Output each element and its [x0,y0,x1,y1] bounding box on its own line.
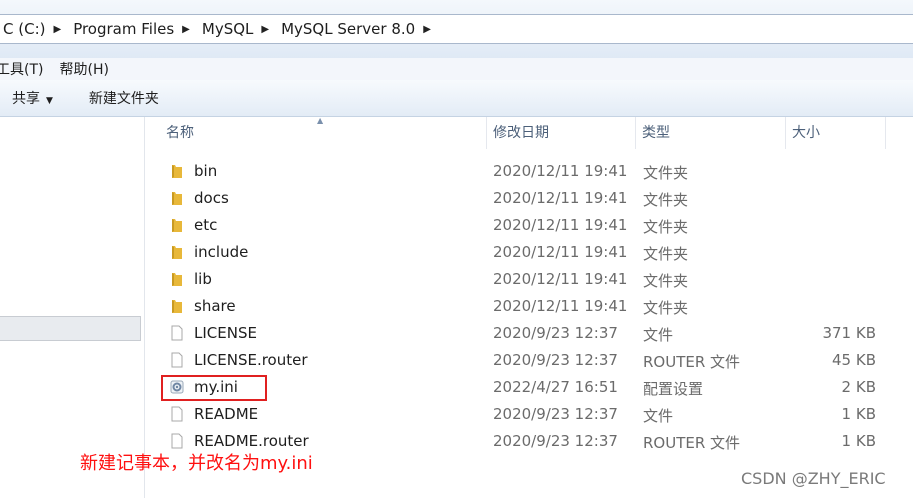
column-header-size[interactable]: 大小 [786,117,886,149]
list-item[interactable]: share 2020/12/11 19:41 文件夹 [160,293,900,320]
breadcrumb-drive[interactable]: C (C:) [0,20,49,38]
breadcrumb-separator-icon[interactable]: ▶ [178,24,196,35]
annotation-text: 新建记事本，并改名为my.ini [80,453,313,474]
file-size: 1 KB [841,432,876,450]
file-type: 文件 [643,407,674,425]
file-icon [171,352,183,368]
folder-icon [172,246,182,259]
file-date: 2020/12/11 19:41 [493,216,628,234]
file-type: ROUTER 文件 [643,434,741,452]
folder-icon [172,192,182,205]
file-date: 2020/12/11 19:41 [493,270,628,288]
file-date: 2020/9/23 12:37 [493,405,618,423]
file-size: 2 KB [841,378,876,396]
list-item[interactable]: LICENSE.router 2020/9/23 12:37 ROUTER 文件… [160,347,900,374]
file-date: 2020/9/23 12:37 [493,324,618,342]
file-type: 配置设置 [643,380,704,398]
file-type: 文件夹 [643,218,689,236]
breadcrumb-mysql[interactable]: MySQL [196,20,258,38]
folder-icon [172,300,182,313]
folder-icon [172,273,182,286]
column-header-name[interactable]: 名称 [160,117,487,149]
sort-ascending-icon: ▲ [317,116,324,125]
file-name[interactable]: bin [194,162,217,180]
nav-selected-item[interactable] [0,316,141,341]
list-item[interactable]: my.ini 2022/4/27 16:51 配置设置 2 KB [160,374,900,401]
highlight-box [161,375,267,401]
file-name[interactable]: README [194,405,258,423]
file-type: ROUTER 文件 [643,353,741,371]
folder-icon [172,165,182,178]
file-name[interactable]: include [194,243,248,261]
file-date: 2020/12/11 19:41 [493,297,628,315]
chevron-down-icon: ▼ [46,96,53,106]
file-name[interactable]: docs [194,189,229,207]
file-name[interactable]: share [194,297,236,315]
address-bar-area: C (C:) ▶ Program Files ▶ MySQL ▶ MySQL S… [0,0,913,58]
file-date: 2020/9/23 12:37 [493,351,618,369]
list-item[interactable]: include 2020/12/11 19:41 文件夹 [160,239,900,266]
new-folder-button[interactable]: 新建文件夹 [89,88,159,108]
share-label: 共享 [12,91,40,107]
breadcrumb-separator-icon[interactable]: ▶ [419,24,437,35]
list-item[interactable]: README 2020/9/23 12:37 文件 1 KB [160,401,900,428]
share-button[interactable]: 共享 ▼ [12,88,53,108]
file-size: 371 KB [822,324,876,342]
list-item[interactable]: bin 2020/12/11 19:41 文件夹 [160,158,900,185]
file-type: 文件夹 [643,191,689,209]
breadcrumb-mysql-server[interactable]: MySQL Server 8.0 [275,20,419,38]
file-size: 1 KB [841,405,876,423]
menu-bar: 工具(T) 帮助(H) [0,58,913,81]
list-item[interactable]: lib 2020/12/11 19:41 文件夹 [160,266,900,293]
file-name[interactable]: lib [194,270,212,288]
list-item[interactable]: docs 2020/12/11 19:41 文件夹 [160,185,900,212]
file-type: 文件夹 [643,164,689,182]
file-name[interactable]: LICENSE [194,324,257,342]
column-header-type[interactable]: 类型 [636,117,786,149]
file-type: 文件夹 [643,272,689,290]
list-item[interactable]: etc 2020/12/11 19:41 文件夹 [160,212,900,239]
folder-icon [172,219,182,232]
column-header-modified[interactable]: 修改日期 [487,117,636,149]
breadcrumb-separator-icon[interactable]: ▶ [257,24,275,35]
breadcrumb-separator-icon[interactable]: ▶ [49,24,67,35]
watermark: CSDN @ZHY_ERIC [741,469,886,488]
breadcrumb[interactable]: C (C:) ▶ Program Files ▶ MySQL ▶ MySQL S… [0,14,913,44]
navigation-pane[interactable] [0,117,145,498]
list-item[interactable]: LICENSE 2020/9/23 12:37 文件 371 KB [160,320,900,347]
menu-tools[interactable]: 工具(T) [0,59,51,79]
file-date: 2022/4/27 16:51 [493,378,618,396]
toolbar: 共享 ▼ 新建文件夹 [0,80,913,117]
file-name[interactable]: LICENSE.router [194,351,308,369]
file-size: 45 KB [832,351,876,369]
file-type: 文件夹 [643,299,689,317]
file-name[interactable]: etc [194,216,217,234]
file-name[interactable]: README.router [194,432,309,450]
file-icon [171,433,183,449]
file-type: 文件夹 [643,245,689,263]
file-icon [171,325,183,341]
file-date: 2020/12/11 19:41 [493,189,628,207]
file-date: 2020/12/11 19:41 [493,162,628,180]
menu-help[interactable]: 帮助(H) [51,59,116,79]
file-date: 2020/12/11 19:41 [493,243,628,261]
breadcrumb-program-files[interactable]: Program Files [67,20,178,38]
file-icon [171,406,183,422]
file-date: 2020/9/23 12:37 [493,432,618,450]
file-type: 文件 [643,326,674,344]
